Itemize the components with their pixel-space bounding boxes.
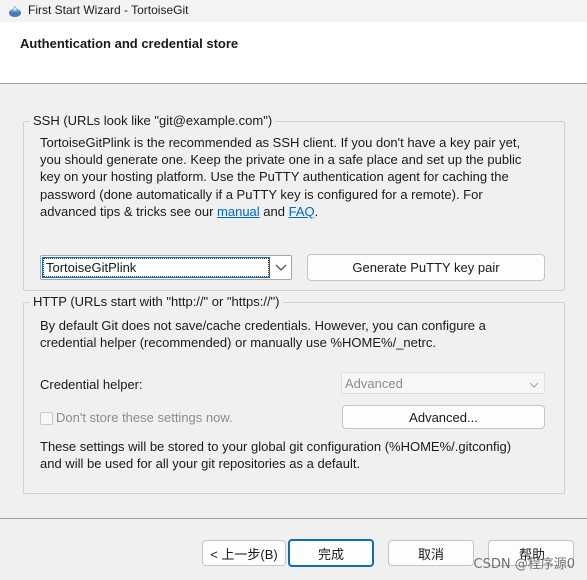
http-desc-line-1: By default Git does not save/cache crede… bbox=[40, 318, 486, 333]
http-note-line-1: These settings will be stored to your gl… bbox=[40, 439, 512, 454]
ssh-group-legend: SSH (URLs look like "git@example.com") bbox=[30, 113, 276, 128]
ssh-line-5-mid: and bbox=[259, 203, 289, 219]
http-group-legend: HTTP (URLs start with "http://" or "http… bbox=[30, 294, 283, 309]
http-desc-line-2: credential helper (recommended) or manua… bbox=[40, 335, 436, 351]
credential-helper-value: Advanced bbox=[345, 376, 403, 391]
dont-store-label: Don't store these settings now. bbox=[56, 410, 233, 425]
chevron-down-icon bbox=[529, 382, 539, 388]
ssh-line-1: TortoiseGitPlink is the recommended as S… bbox=[40, 135, 521, 150]
back-button[interactable]: < 上一步(B) bbox=[202, 540, 286, 566]
finish-button-label: 完成 bbox=[317, 546, 344, 562]
ssh-line-5: advanced tips & tricks see our manual an… bbox=[40, 203, 560, 220]
advanced-button[interactable]: Advanced... bbox=[342, 405, 545, 429]
ssh-line-3: key on your hosting platform. Use the Pu… bbox=[40, 169, 509, 185]
http-note-line-2: and will be used for all your git reposi… bbox=[40, 456, 361, 472]
csdn-watermark: CSDN @程序源0 bbox=[473, 557, 575, 572]
chevron-down-icon bbox=[275, 264, 287, 271]
ssh-client-select-value: TortoiseGitPlink bbox=[42, 257, 270, 278]
http-description: By default Git does not save/cache crede… bbox=[40, 317, 560, 351]
ssh-client-select[interactable]: TortoiseGitPlink bbox=[40, 255, 292, 280]
title-bar: First Start Wizard - TortoiseGit bbox=[0, 0, 587, 22]
window-title: First Start Wizard - TortoiseGit bbox=[28, 3, 189, 17]
generate-putty-key-button[interactable]: Generate PuTTY key pair bbox=[307, 254, 545, 281]
finish-button[interactable]: 完成 bbox=[288, 539, 374, 567]
page-title: Authentication and credential store bbox=[20, 36, 239, 51]
back-button-label: < 上一步(B) bbox=[210, 546, 278, 562]
wizard-header: Authentication and credential store bbox=[0, 22, 587, 84]
ssh-description: TortoiseGitPlink is the recommended as S… bbox=[40, 134, 560, 220]
ssh-line-4: password (done automatically if a PuTTY … bbox=[40, 186, 483, 202]
ssh-line-5-prefix: advanced tips & tricks see our bbox=[40, 203, 218, 219]
cancel-button-label: 取消 bbox=[417, 546, 444, 562]
advanced-button-label: Advanced... bbox=[409, 409, 478, 425]
tortoisegit-app-icon bbox=[9, 6, 21, 17]
ssh-line-5-suffix: . bbox=[314, 203, 319, 219]
manual-link[interactable]: manual bbox=[217, 204, 260, 219]
generate-putty-key-label: Generate PuTTY key pair bbox=[352, 260, 500, 275]
cancel-button[interactable]: 取消 bbox=[388, 540, 474, 566]
http-note: These settings will be stored to your gl… bbox=[40, 438, 560, 472]
credential-helper-label: Credential helper: bbox=[40, 377, 143, 392]
faq-link[interactable]: FAQ bbox=[289, 204, 315, 219]
dont-store-checkbox[interactable] bbox=[40, 412, 53, 425]
credential-helper-select[interactable]: Advanced bbox=[341, 372, 545, 394]
ssh-line-2: you should generate one. Keep the privat… bbox=[40, 152, 522, 168]
